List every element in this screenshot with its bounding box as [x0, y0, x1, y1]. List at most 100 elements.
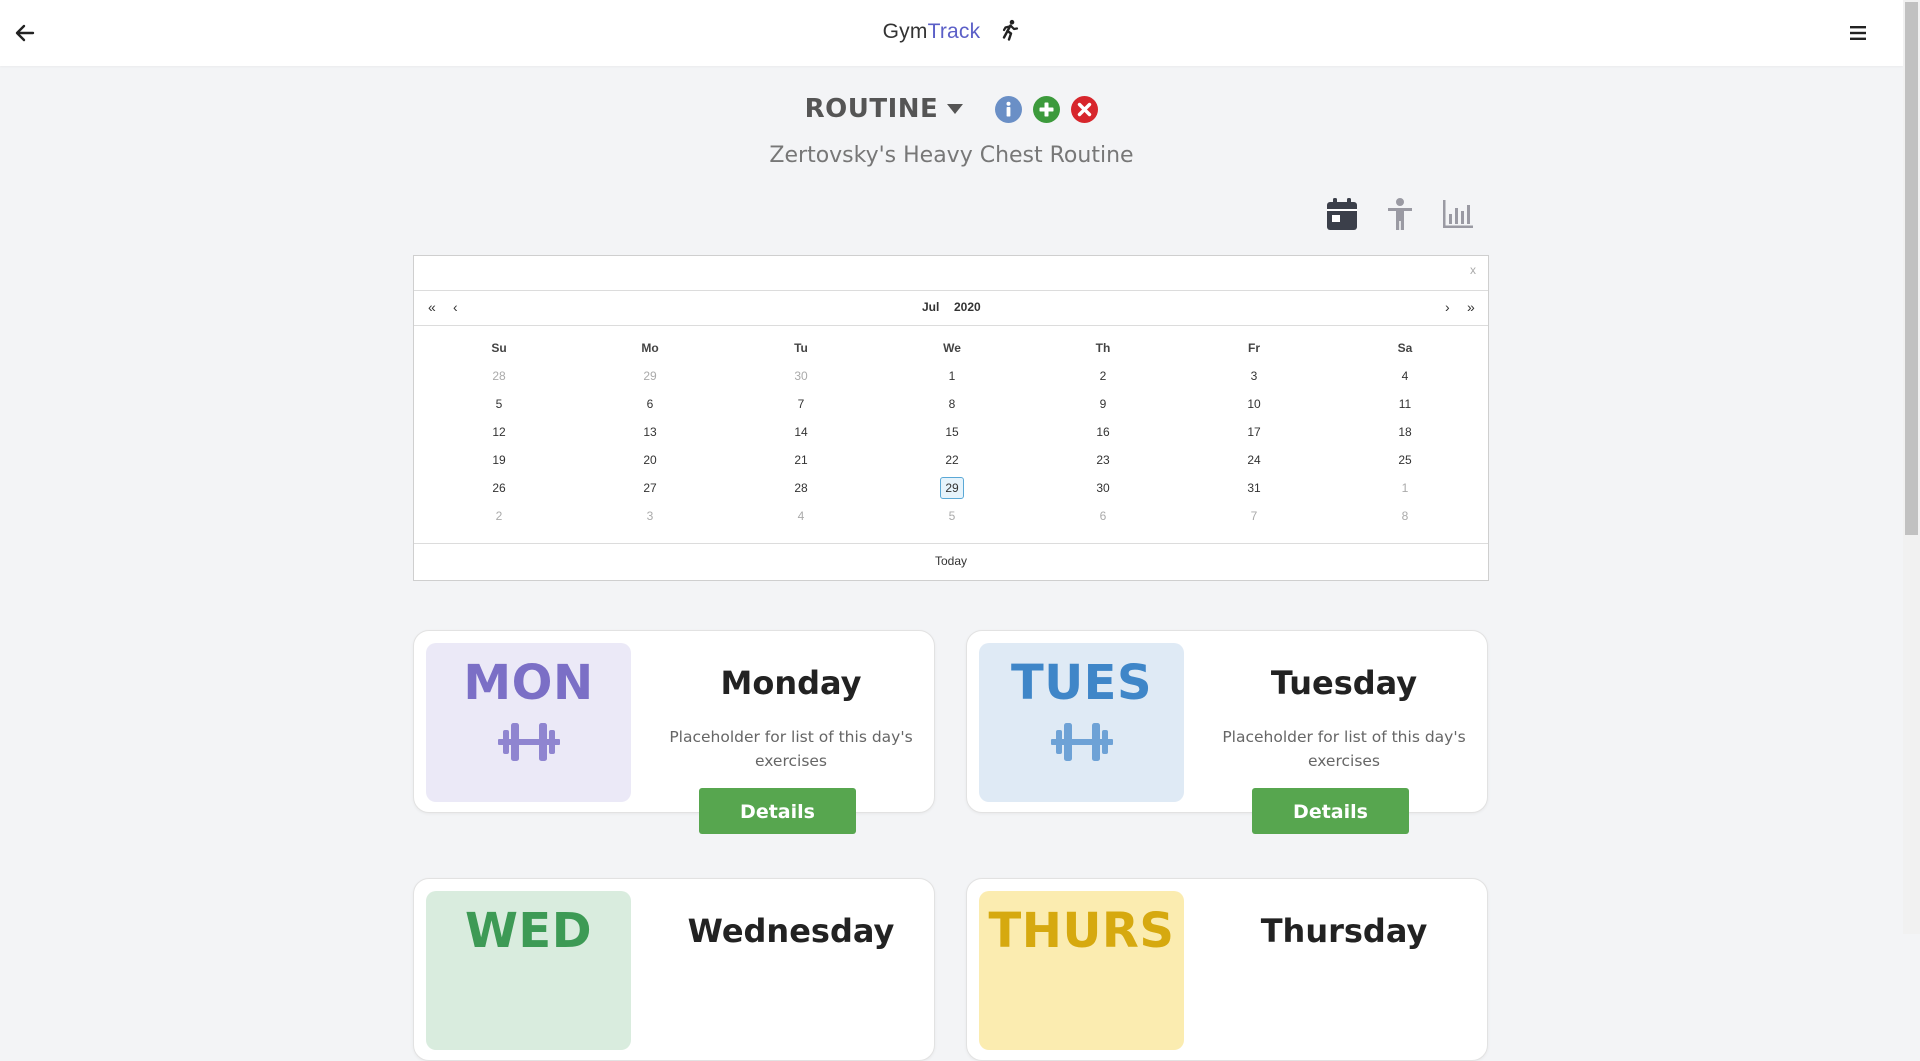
- calendar-day[interactable]: 24: [1179, 449, 1329, 471]
- calendar-week-row: 2 3 4 5 6 7 8: [414, 505, 1490, 533]
- calendar-day[interactable]: 16: [1028, 421, 1178, 443]
- plus-icon[interactable]: [1033, 95, 1061, 123]
- calendar-day-number: 6: [646, 397, 654, 411]
- calendar-day[interactable]: 18: [1330, 421, 1480, 443]
- calendar-day[interactable]: 11: [1330, 393, 1480, 415]
- month-select[interactable]: Jul: [922, 300, 939, 314]
- day-badge: WED: [426, 891, 631, 1050]
- dumbbell-icon: [497, 723, 560, 761]
- calendar-day-number: 25: [1398, 453, 1412, 467]
- calendar-day[interactable]: 17: [1179, 421, 1329, 443]
- details-button[interactable]: Details: [1252, 788, 1409, 834]
- calendar-day[interactable]: 20: [575, 449, 725, 471]
- calendar-day[interactable]: 21: [726, 449, 876, 471]
- app-brand[interactable]: GymTrack: [0, 19, 1903, 44]
- calendar-day[interactable]: 6: [575, 393, 725, 415]
- calendar-day-number: 23: [1096, 453, 1110, 467]
- top-navbar: GymTrack: [0, 0, 1903, 66]
- prev-month-button[interactable]: ‹: [453, 299, 458, 315]
- divider: [414, 325, 1488, 326]
- today-button[interactable]: Today: [414, 554, 1488, 568]
- weekday-label: Su: [491, 341, 507, 355]
- calendar-day[interactable]: 27: [575, 477, 725, 499]
- calendar-day-number: 21: [794, 453, 808, 467]
- divider: [414, 543, 1488, 544]
- calendar-day-number: 15: [945, 425, 959, 439]
- calendar-day[interactable]: 4: [726, 505, 876, 527]
- next-year-button[interactable]: »: [1467, 299, 1475, 315]
- calendar-day[interactable]: 25: [1330, 449, 1480, 471]
- calendar-day[interactable]: 3: [1179, 365, 1329, 387]
- calendar-day[interactable]: 19: [424, 449, 574, 471]
- calendar-day[interactable]: 8: [1330, 505, 1480, 527]
- calendar-day-number: 3: [646, 509, 654, 523]
- calendar-icon[interactable]: [1325, 196, 1359, 232]
- calendar-week-row: 19 20 21 22 23 24 25: [414, 449, 1490, 477]
- calendar-day[interactable]: 26: [424, 477, 574, 499]
- info-icon[interactable]: [995, 95, 1023, 123]
- calendar-day[interactable]: 5: [424, 393, 574, 415]
- next-month-button[interactable]: ›: [1445, 299, 1450, 315]
- calendar-day[interactable]: 3: [575, 505, 725, 527]
- day-description: Placeholder for list of this day's exerc…: [669, 728, 913, 770]
- calendar-day[interactable]: 30: [1028, 477, 1178, 499]
- calendar-day[interactable]: 15: [877, 421, 1027, 443]
- calendar-day[interactable]: 13: [575, 421, 725, 443]
- calendar-day[interactable]: 28: [424, 365, 574, 387]
- calendar-weeks: 28 29 30 1 2 3 4 5 6 7 8 9 10 11 12 13 14 15 16 17 18 19 20 21 2…: [414, 365, 1490, 533]
- weekday-label: Tu: [794, 341, 808, 355]
- day-abbreviation: TUES: [1010, 655, 1153, 711]
- weekday-label: Fr: [1248, 341, 1260, 355]
- scrollbar-thumb[interactable]: [1905, 2, 1918, 535]
- day-abbreviation: MON: [463, 655, 594, 711]
- calendar-day-number: 5: [495, 397, 503, 411]
- delete-icon[interactable]: [1071, 95, 1099, 123]
- calendar-day[interactable]: 14: [726, 421, 876, 443]
- day-badge: THURS: [979, 891, 1184, 1050]
- calendar-day-number: 10: [1247, 397, 1261, 411]
- calendar-day[interactable]: 8: [877, 393, 1027, 415]
- calendar-day[interactable]: 2: [424, 505, 574, 527]
- calendar-day[interactable]: 22: [877, 449, 1027, 471]
- brand-text-track: Track: [927, 20, 981, 43]
- day-title: Tuesday: [1270, 664, 1418, 702]
- calendar-day-number: 29: [643, 369, 657, 383]
- calendar-day[interactable]: 9: [1028, 393, 1178, 415]
- calendar-day[interactable]: 7: [726, 393, 876, 415]
- day-title: Thursday: [1260, 912, 1428, 950]
- calendar-day[interactable]: 12: [424, 421, 574, 443]
- caret-down-icon[interactable]: [947, 104, 964, 114]
- calendar-day[interactable]: 5: [877, 505, 1027, 527]
- calendar-day[interactable]: 1: [877, 365, 1027, 387]
- calendar-day-number: 31: [1247, 481, 1261, 495]
- year-select[interactable]: 2020: [954, 300, 981, 314]
- calendar-day[interactable]: 31: [1179, 477, 1329, 499]
- bar-chart-icon[interactable]: [1441, 196, 1475, 232]
- calendar-day-number: 8: [1401, 509, 1409, 523]
- calendar-day[interactable]: 6: [1028, 505, 1178, 527]
- calendar-day-selected[interactable]: 29: [877, 477, 1027, 499]
- calendar-day[interactable]: 2: [1028, 365, 1178, 387]
- calendar-day[interactable]: 30: [726, 365, 876, 387]
- calendar-day-number: 30: [794, 369, 808, 383]
- details-button[interactable]: Details: [699, 788, 856, 834]
- day-card-tuesday: TUES Tuesday Placeholder for list of thi…: [966, 630, 1488, 834]
- calendar-day[interactable]: 28: [726, 477, 876, 499]
- calendar-day[interactable]: 23: [1028, 449, 1178, 471]
- routine-header: ROUTINE: [0, 94, 1903, 130]
- calendar-day[interactable]: 1: [1330, 477, 1480, 499]
- calendar-day-number: 5: [948, 509, 956, 523]
- routine-dropdown-label[interactable]: ROUTINE: [805, 94, 939, 124]
- prev-year-button[interactable]: «: [428, 299, 436, 315]
- calendar-day[interactable]: 29: [575, 365, 725, 387]
- person-icon[interactable]: [1383, 196, 1417, 232]
- calendar-day[interactable]: 4: [1330, 365, 1480, 387]
- calendar-close-button[interactable]: x: [1470, 263, 1476, 277]
- calendar-day[interactable]: 7: [1179, 505, 1329, 527]
- page-scrollbar[interactable]: [1903, 0, 1920, 934]
- brand-text-gym: Gym: [882, 20, 928, 43]
- hamburger-menu-icon[interactable]: [1846, 20, 1870, 46]
- calendar-day[interactable]: 10: [1179, 393, 1329, 415]
- calendar-day-number: 1: [948, 369, 956, 383]
- calendar-day-number: 4: [797, 509, 805, 523]
